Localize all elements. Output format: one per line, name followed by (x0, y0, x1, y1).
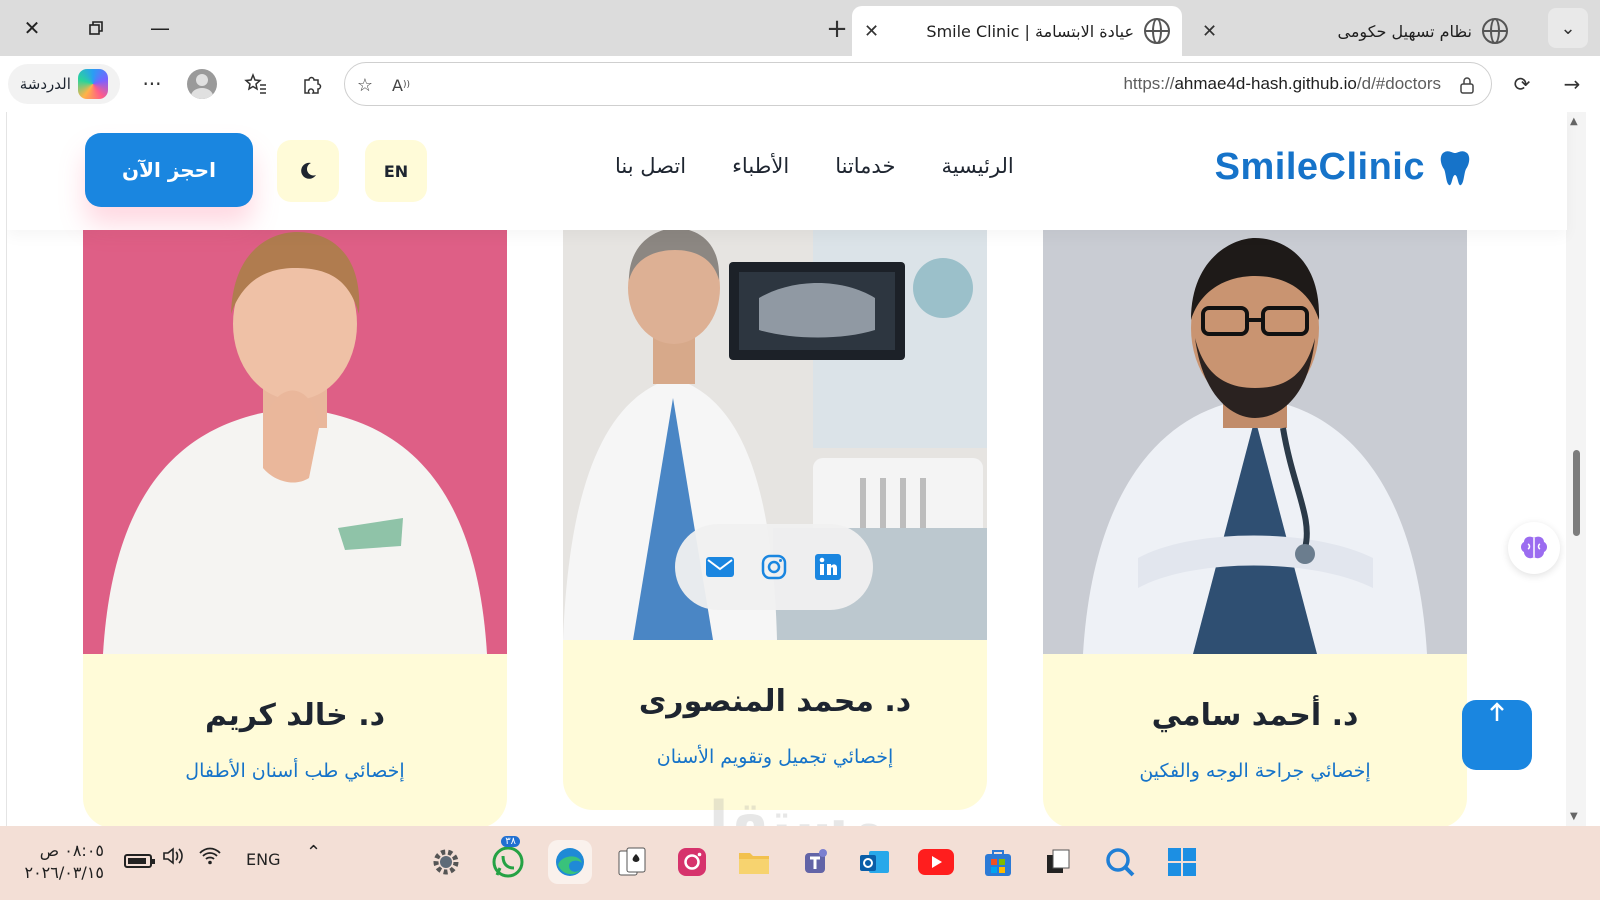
doctor-card-mohamed[interactable]: د. محمد المنصورى إخصائي تجميل وتقويم الأ… (563, 228, 987, 810)
scroll-thumb[interactable] (1573, 450, 1580, 536)
nav-services[interactable]: خدماتنا (835, 154, 895, 178)
doctor-name: د. محمد المنصورى (638, 684, 912, 719)
arrow-up-icon (1490, 702, 1504, 721)
favorites-icon (244, 73, 266, 94)
tab-title: عيادة الابتسامة | Smile Clinic (926, 21, 1134, 41)
page-viewport: SmileClinic الرئيسية خدماتنا الأطباء اتص… (6, 112, 1586, 826)
youtube-icon[interactable] (914, 840, 958, 884)
url-host: ahmae4d-hash.github.io (1174, 74, 1357, 93)
doctor-specialty: إخصائي جراحة الوجه والفكين (1139, 760, 1371, 782)
search-icon[interactable] (1098, 840, 1142, 884)
chat-label: الدردشة (19, 75, 71, 93)
globe-icon (1144, 18, 1170, 44)
file-explorer-icon[interactable] (732, 840, 776, 884)
instagram-icon[interactable] (759, 552, 789, 582)
tab-title: نظام تسهيل حكومى (1337, 21, 1472, 41)
doctor-photo (1043, 228, 1467, 654)
browser-toolbar: الدردشة ··· ☆ A)) https://ahmae4d-hash.g… (0, 56, 1600, 112)
clock-time: ٠٨:٠٥ ص (39, 841, 104, 860)
tab-close-icon[interactable]: ✕ (1202, 21, 1217, 42)
show-hidden-icons-button[interactable]: ⌃ (306, 842, 321, 863)
language-toggle-button[interactable]: EN (365, 140, 427, 202)
outlook-icon[interactable] (852, 840, 896, 884)
input-language[interactable]: ENG (246, 850, 280, 869)
book-now-button[interactable]: احجز الآن (85, 133, 253, 207)
tab-strip: ✕ — + عيادة الابتسامة | Smile Clinic ✕ ن… (0, 0, 1600, 56)
copilot-icon (78, 69, 109, 99)
battery-icon[interactable] (124, 854, 155, 868)
solitaire-icon[interactable] (610, 840, 654, 884)
favorite-star-icon[interactable]: ☆ (351, 71, 379, 99)
brain-icon (1521, 536, 1547, 559)
taskbar: ٠٨:٠٥ ص ٢٠٢٦/٠٣/١٥ ENG ⌃ ٣٨ (0, 826, 1600, 900)
moon-icon (301, 162, 316, 179)
more-options-button[interactable]: ··· (136, 68, 168, 100)
scroll-up-arrow-icon[interactable]: ▲ (1570, 116, 1578, 127)
tab-list-button[interactable]: ⌄ (1548, 8, 1588, 48)
url-path: /d/#doctors (1356, 74, 1441, 93)
settings-icon[interactable] (424, 840, 468, 884)
whatsapp-icon[interactable]: ٣٨ (486, 836, 530, 884)
extensions-button[interactable] (296, 68, 328, 100)
wifi-icon[interactable] (198, 846, 222, 866)
restore-icon (89, 21, 103, 35)
clock-date: ٢٠٢٦/٠٣/١٥ (24, 863, 104, 882)
globe-icon (1482, 18, 1508, 44)
tab-government[interactable]: نظام تسهيل حكومى ✕ (1190, 6, 1520, 56)
system-clock[interactable]: ٠٨:٠٥ ص ٢٠٢٦/٠٣/١٥ (24, 840, 104, 884)
start-icon[interactable] (1160, 840, 1204, 884)
favorites-button[interactable] (240, 68, 272, 100)
volume-icon[interactable] (162, 846, 186, 866)
window-minimize-button[interactable]: — (142, 10, 178, 46)
nav-home[interactable]: الرئيسية (941, 154, 1013, 178)
whatsapp-badge: ٣٨ (501, 836, 520, 847)
theme-toggle-button[interactable] (277, 140, 339, 202)
main-nav: الرئيسية خدماتنا الأطباء اتصل بنا (615, 154, 1014, 178)
url-text[interactable]: https://ahmae4d-hash.github.io/d/#doctor… (1123, 74, 1441, 94)
store-icon[interactable] (976, 840, 1020, 884)
tab-close-icon[interactable]: ✕ (864, 21, 879, 42)
forward-button[interactable]: → (1556, 68, 1588, 100)
linkedin-icon[interactable] (813, 552, 843, 582)
scroll-to-top-button[interactable] (1462, 700, 1532, 770)
task-view-icon[interactable] (1036, 840, 1080, 884)
doctor-card-khaled[interactable]: د. خالد كريم إخصائي طب أسنان الأطفال (83, 228, 507, 826)
profile-button[interactable] (186, 68, 218, 100)
site-header: SmileClinic الرئيسية خدماتنا الأطباء اتص… (7, 112, 1567, 230)
logo-text: SmileClinic (1214, 146, 1425, 188)
doctor-photo (83, 228, 507, 654)
nav-contact[interactable]: اتصل بنا (615, 154, 686, 178)
copilot-chat-button[interactable]: الدردشة (8, 64, 120, 104)
doctor-name: د. أحمد سامي (1151, 698, 1359, 733)
refresh-button[interactable]: ⟳ (1506, 68, 1538, 100)
lock-icon[interactable] (1453, 71, 1481, 99)
doctor-name: د. خالد كريم (204, 698, 386, 733)
social-links (675, 524, 873, 610)
window-restore-button[interactable] (78, 10, 114, 46)
address-bar[interactable]: ☆ A)) https://ahmae4d-hash.github.io/d/#… (344, 62, 1492, 106)
site-logo[interactable]: SmileClinic (1215, 146, 1471, 189)
doctor-specialty: إخصائي طب أسنان الأطفال (185, 760, 405, 782)
edge-icon[interactable] (548, 840, 592, 884)
read-aloud-icon[interactable]: A)) (387, 71, 415, 99)
ai-assistant-button[interactable] (1508, 522, 1560, 574)
teams-icon[interactable] (792, 840, 836, 884)
instagram-app-icon[interactable] (670, 840, 714, 884)
nav-doctors[interactable]: الأطباء (732, 154, 789, 178)
doctor-card-ahmed[interactable]: د. أحمد سامي إخصائي جراحة الوجه والفكين (1043, 228, 1467, 826)
page-scrollbar[interactable]: ▲ ▼ (1566, 112, 1586, 826)
scroll-down-arrow-icon[interactable]: ▼ (1570, 811, 1578, 822)
puzzle-icon (304, 76, 322, 94)
mail-icon[interactable] (705, 552, 735, 582)
avatar (187, 69, 217, 99)
tooth-icon (1440, 150, 1470, 185)
tab-smile-clinic[interactable]: عيادة الابتسامة | Smile Clinic ✕ (852, 6, 1182, 56)
window-close-button[interactable]: ✕ (14, 10, 50, 46)
url-scheme: https:// (1123, 74, 1175, 93)
new-tab-button[interactable]: + (820, 12, 854, 46)
doctor-specialty: إخصائي تجميل وتقويم الأسنان (656, 746, 894, 768)
